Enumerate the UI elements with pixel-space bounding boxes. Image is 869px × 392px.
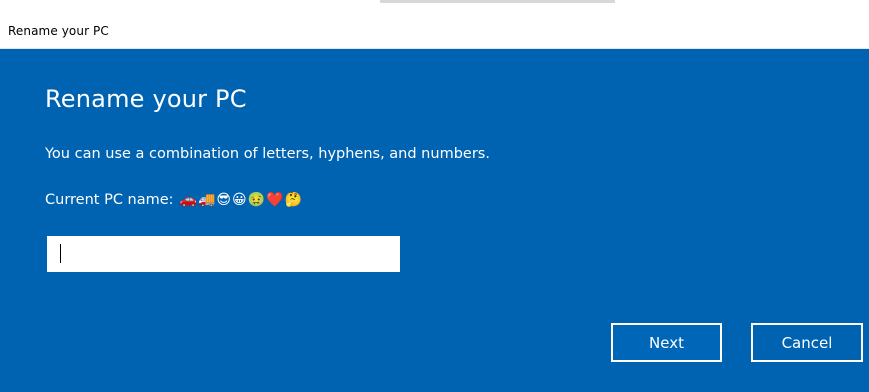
new-pc-name-input[interactable] [47, 236, 400, 272]
current-pc-name-value: 🚗🚚😎😀🤢❤️🤔 [179, 192, 303, 208]
description-text: You can use a combination of letters, hy… [45, 146, 490, 162]
background-strip [0, 0, 869, 14]
current-pc-name: Current PC name: 🚗🚚😎😀🤢❤️🤔 [45, 192, 303, 208]
title-bar[interactable]: Rename your PC [0, 14, 869, 49]
next-button[interactable]: Next [611, 323, 722, 362]
window-title: Rename your PC [8, 24, 109, 38]
background-shade [380, 0, 615, 3]
dialog-content: Rename your PC You can use a combination… [0, 49, 869, 392]
cancel-button[interactable]: Cancel [751, 323, 863, 362]
rename-pc-window: Rename your PC Rename your PC You can us… [0, 14, 869, 392]
page-title: Rename your PC [45, 85, 247, 113]
text-cursor [60, 244, 61, 263]
current-pc-name-label: Current PC name: [45, 192, 174, 208]
